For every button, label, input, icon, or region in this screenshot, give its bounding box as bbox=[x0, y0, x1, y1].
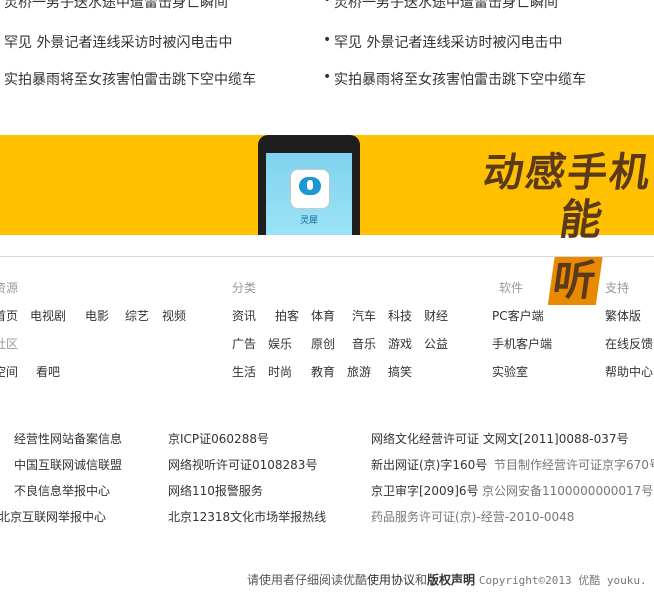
nav-link-feedback[interactable]: 在线反馈 bbox=[605, 335, 653, 352]
news-link-2[interactable]: 罕见 外景记者连线采访时被闪电击中 bbox=[4, 32, 232, 52]
footer-link[interactable]: 中国互联网诚信联盟 bbox=[14, 456, 122, 473]
nav-link-cat[interactable]: 教育 bbox=[311, 363, 335, 380]
footer-license: 网络文化经营许可证 文网文[2011]0088-037号 bbox=[371, 432, 629, 446]
terms-link[interactable]: 使用协议 bbox=[367, 573, 415, 587]
nav-link-tv[interactable]: 电视剧 bbox=[30, 307, 66, 324]
footer-link[interactable]: 北京互联网举报中心 bbox=[0, 508, 106, 525]
nav-link-cat[interactable]: 游戏 bbox=[388, 335, 412, 352]
footer-license: 药品服务许可证(京)-经营-2010-0048 bbox=[371, 510, 575, 524]
copyright-line: 请使用者仔细阅读优酷使用协议和版权声明 Copyright©2013 优酷 yo… bbox=[247, 571, 647, 588]
nav-link-lab[interactable]: 实验室 bbox=[492, 363, 528, 380]
nav-title-software: 软件 bbox=[499, 281, 524, 295]
nav-title-resources: 资源 bbox=[0, 281, 19, 295]
nav-link-video[interactable]: 视频 bbox=[162, 307, 186, 324]
banner-slogan-highlight: 听 bbox=[547, 256, 603, 305]
footer-link[interactable]: 不良信息举报中心 bbox=[14, 482, 110, 499]
footer-link[interactable]: 京ICP证060288号 bbox=[168, 430, 269, 447]
phone-screen: 灵犀 bbox=[266, 153, 352, 235]
phone-illustration: 灵犀 bbox=[258, 135, 360, 235]
nav-link-cat[interactable]: 生活 bbox=[232, 363, 256, 380]
nav-link-cat[interactable]: 汽车 bbox=[352, 307, 376, 324]
nav-link-mobile-client[interactable]: 手机客户端 bbox=[492, 335, 552, 352]
news-link-3[interactable]: 实拍暴雨将至女孩害怕雷击跳下空中缆车 bbox=[4, 69, 256, 89]
nav-link-cat[interactable]: 拍客 bbox=[275, 307, 299, 324]
lingxi-app-icon bbox=[290, 169, 330, 209]
footer-license: 新出网证(京)字160号 bbox=[371, 458, 488, 472]
nav-link-cat[interactable]: 原创 bbox=[311, 335, 335, 352]
nav-title-categories: 分类 bbox=[232, 281, 257, 295]
news-link-6[interactable]: 实拍暴雨将至女孩害怕雷击跳下空中缆车 bbox=[334, 69, 586, 89]
microphone-icon bbox=[307, 180, 313, 190]
bullet-icon: • bbox=[323, 69, 332, 85]
footer-link[interactable]: 网络110报警服务 bbox=[168, 482, 263, 499]
news-link-4[interactable]: 灵桥一男子送水途中遭雷击身亡瞬间 bbox=[334, 0, 558, 12]
banner-slogan-word: 能 bbox=[556, 195, 608, 244]
copyright-text: Copyright©2013 优酷 youku. bbox=[478, 574, 647, 587]
nav-link-cat[interactable]: 时尚 bbox=[268, 363, 292, 380]
nav-link-movie[interactable]: 电影 bbox=[85, 307, 109, 324]
nav-link-help[interactable]: 帮助中心 bbox=[605, 363, 653, 380]
bullet-icon: • bbox=[323, 32, 332, 48]
nav-link-cat[interactable]: 体育 bbox=[311, 307, 335, 324]
app-label: 灵犀 bbox=[299, 216, 318, 226]
nav-link-space[interactable]: 空间 bbox=[0, 363, 18, 380]
copyright-and: 和 bbox=[415, 573, 428, 587]
footer-link[interactable]: 北京12318文化市场举报热线 bbox=[168, 508, 326, 525]
nav-link-cat[interactable]: 科技 bbox=[388, 307, 412, 324]
nav-link-pc-client[interactable]: PC客户端 bbox=[492, 307, 544, 324]
nav-link-cat[interactable]: 公益 bbox=[424, 335, 448, 352]
footer-license: 京卫审字[2009]6号 bbox=[371, 484, 479, 498]
footer-license: 节目制作经营许可证京字670号 bbox=[494, 458, 654, 472]
nav-link-kanba[interactable]: 看吧 bbox=[36, 363, 60, 380]
news-link-1[interactable]: 灵桥一男子送水途中遭雷击身亡瞬间 bbox=[4, 0, 228, 12]
nav-link-cat[interactable]: 财经 bbox=[424, 307, 448, 324]
footer-license: 京公网安备1100000000017号 bbox=[482, 484, 654, 498]
nav-link-home[interactable]: 首页 bbox=[0, 307, 18, 324]
nav-link-cat[interactable]: 旅游 bbox=[347, 363, 371, 380]
nav-link-cat[interactable]: 搞笑 bbox=[388, 363, 412, 380]
nav-link-cat[interactable]: 资讯 bbox=[232, 307, 256, 324]
nav-link-variety[interactable]: 综艺 bbox=[125, 307, 149, 324]
nav-title-community: 社区 bbox=[0, 337, 19, 351]
section-divider bbox=[0, 256, 654, 257]
copyright-prefix: 请使用者仔细阅读优酷 bbox=[247, 573, 368, 587]
news-link-5[interactable]: 罕见 外景记者连线采访时被闪电击中 bbox=[334, 32, 562, 52]
bullet-icon: • bbox=[323, 0, 332, 8]
nav-link-cat[interactable]: 音乐 bbox=[352, 335, 376, 352]
footer-link[interactable]: 经营性网站备案信息 bbox=[14, 430, 122, 447]
nav-link-cat[interactable]: 广告 bbox=[232, 335, 256, 352]
footer-link[interactable]: 网络视听许可证0108283号 bbox=[168, 456, 317, 473]
nav-link-traditional[interactable]: 繁体版 bbox=[605, 307, 641, 324]
nav-link-cat[interactable]: 娱乐 bbox=[268, 335, 292, 352]
rights-link[interactable]: 版权声明 bbox=[427, 573, 475, 587]
banner-slogan-line2: 能 听 bbox=[547, 186, 654, 308]
nav-title-support: 支持 bbox=[605, 281, 630, 295]
